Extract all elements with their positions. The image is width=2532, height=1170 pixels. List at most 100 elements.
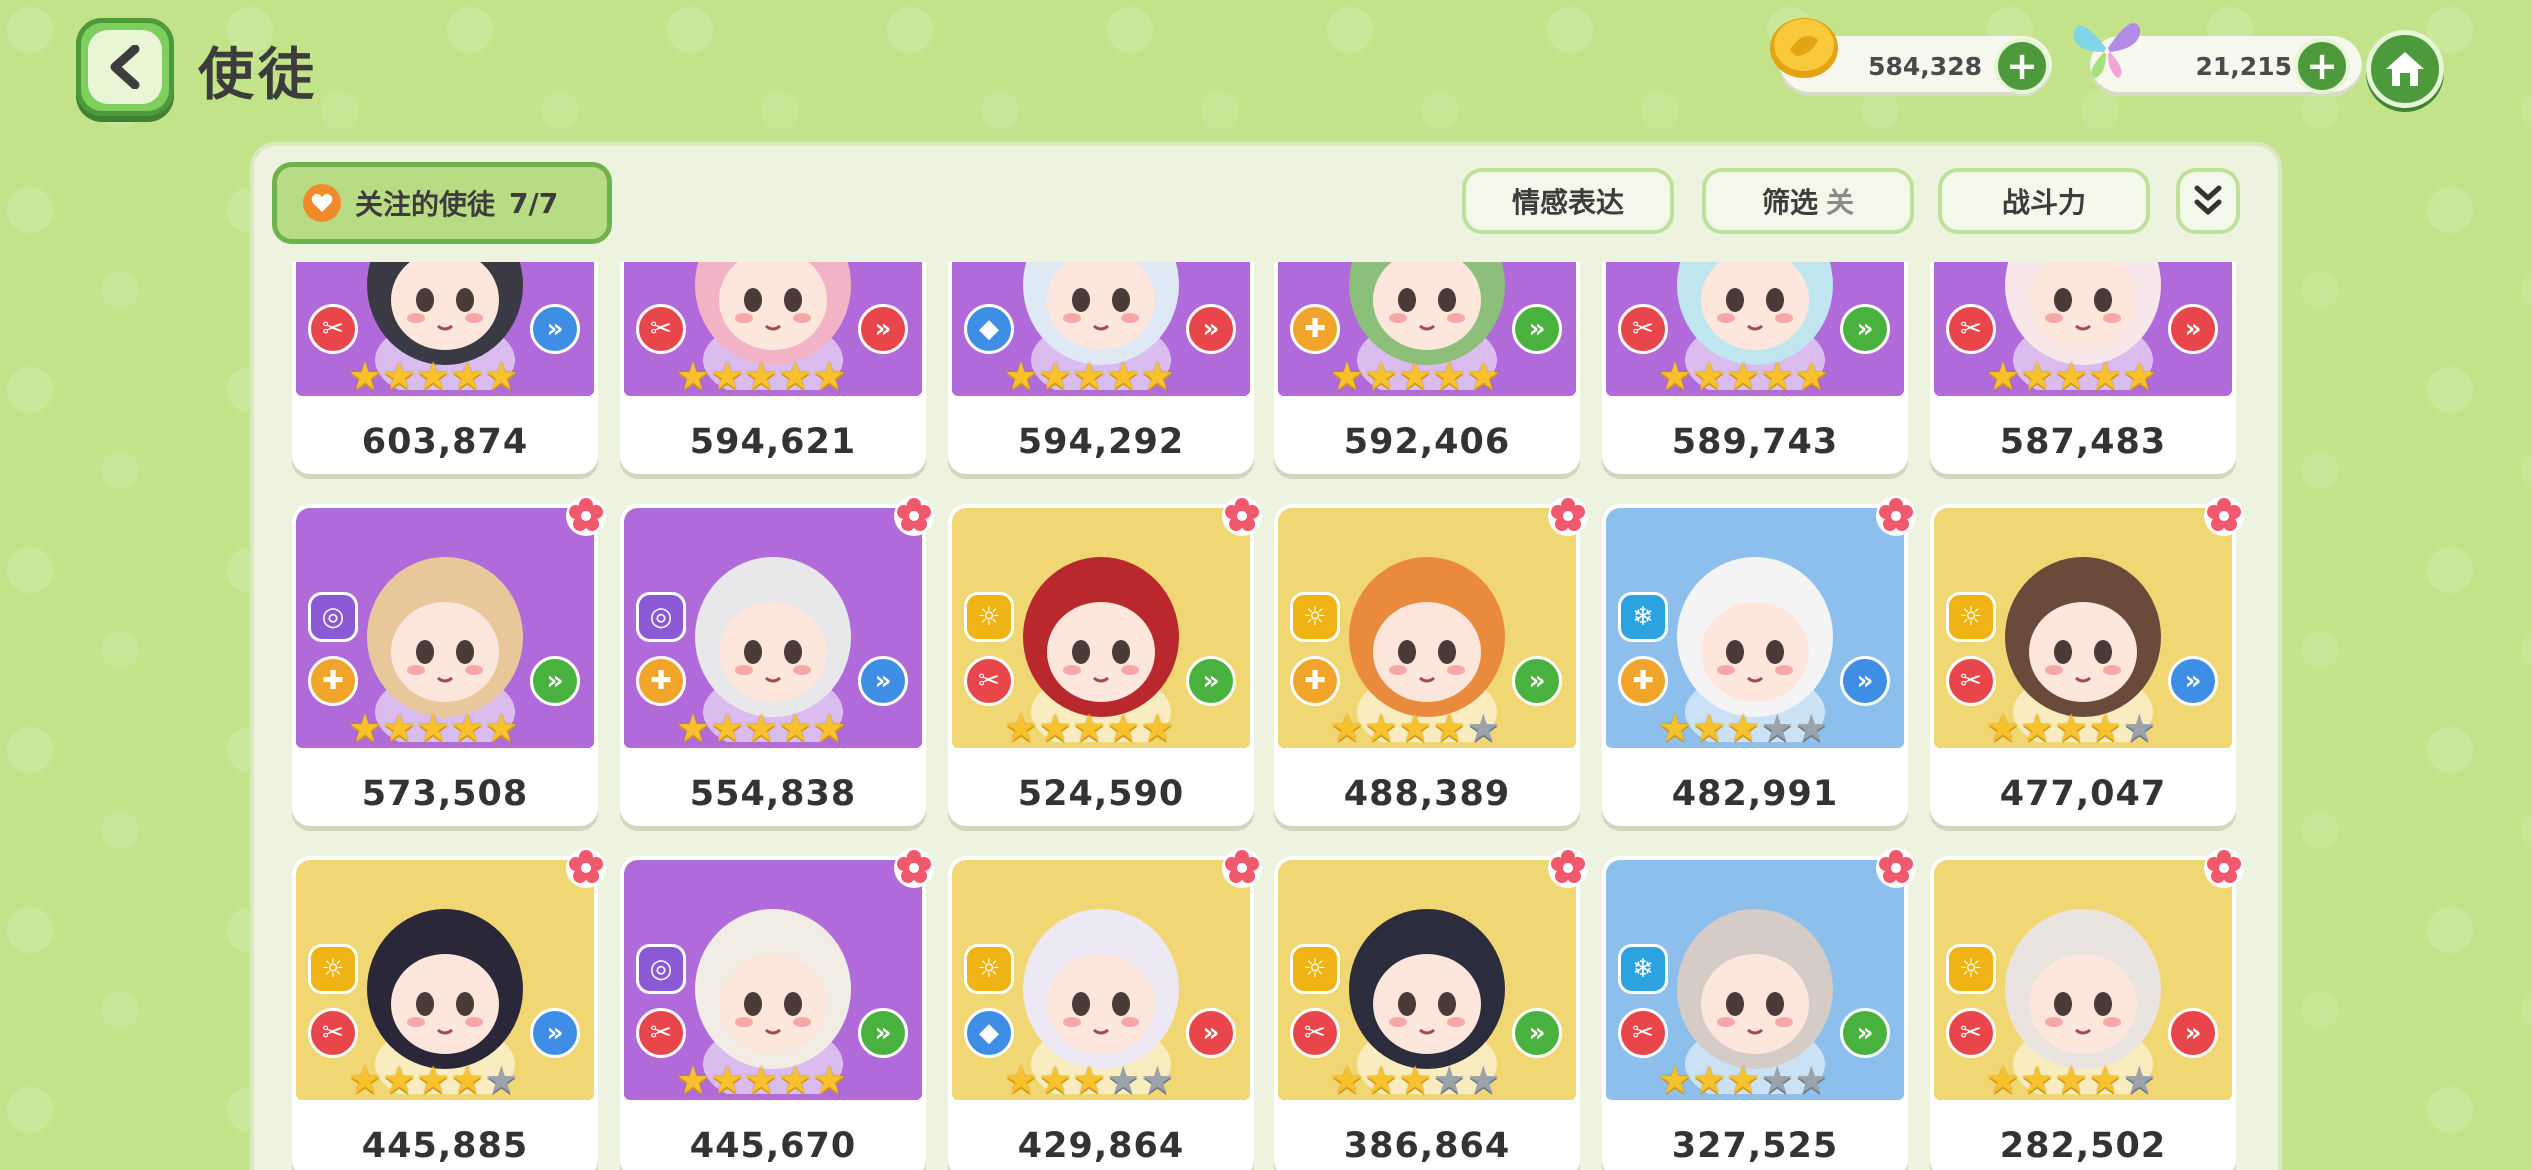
star-icon: ★ [812, 1058, 847, 1100]
apostle-portrait: ✂» ★ ★ ★ ★ ★ [1606, 262, 1904, 396]
apostle-card[interactable]: ☼ ✂» ★ ★ ★ ★ ★ 386,864 [1274, 848, 1588, 1170]
star-icon: ★ [1364, 706, 1399, 748]
flower-icon [1546, 846, 1590, 890]
apostle-portrait: ◎ ✂» ★ ★ ★ ★ ★ [624, 860, 922, 1100]
combat-power: 592,406 [1343, 422, 1511, 462]
scissors-role-icon: ✂ [1946, 656, 1996, 706]
apostle-card[interactable]: ◆» ★ ★ ★ ★ ★ 594,292 [948, 262, 1254, 474]
chevron-right-icon: » [1512, 656, 1562, 706]
star-icon: ★ [382, 1058, 417, 1100]
chevron-right-icon: » [1840, 656, 1890, 706]
apostle-card[interactable]: ✂» ★ ★ ★ ★ ★ 589,743 [1602, 262, 1908, 474]
apostle-portrait: ☼ ✂» ★ ★ ★ ★ ★ [296, 860, 594, 1100]
star-icon: ★ [812, 354, 847, 396]
star-icon: ★ [1432, 354, 1467, 396]
chevron-right-icon: » [858, 304, 908, 354]
add-gold-button[interactable]: + [1994, 38, 2050, 94]
apostle-card[interactable]: ☼ ✂» ★ ★ ★ ★ ★ 445,885 [292, 848, 606, 1170]
sort-button[interactable]: 战斗力 [1938, 168, 2150, 234]
star-icon: ★ [484, 706, 519, 748]
cross-role-icon: ✚ [1290, 656, 1340, 706]
apostle-card[interactable]: ✂» ★ ★ ★ ★ ★ 594,621 [620, 262, 926, 474]
star-rating: ★ ★ ★ ★ ★ [1658, 1060, 1828, 1100]
apostle-card[interactable]: ❄ ✂» ★ ★ ★ ★ ★ 327,525 [1602, 848, 1916, 1170]
star-icon: ★ [1398, 1058, 1433, 1100]
apostle-card[interactable]: ✚» ★ ★ ★ ★ ★ 592,406 [1274, 262, 1580, 474]
apostle-card[interactable]: ❄ ✚» ★ ★ ★ ★ ★ 482,991 [1602, 496, 1916, 826]
star-icon: ★ [1692, 1058, 1727, 1100]
star-icon: ★ [450, 706, 485, 748]
apostle-portrait: ✚» ★ ★ ★ ★ ★ [1278, 262, 1576, 396]
star-icon: ★ [450, 354, 485, 396]
apostle-card[interactable]: ◎ ✚» ★ ★ ★ ★ ★ 573,508 [292, 496, 606, 826]
star-icon: ★ [1986, 706, 2021, 748]
combat-power: 445,670 [689, 1126, 857, 1166]
cross-role-icon: ✚ [308, 656, 358, 706]
chevron-right-icon: » [1186, 656, 1236, 706]
star-icon: ★ [1004, 1058, 1039, 1100]
star-icon: ★ [1658, 354, 1693, 396]
plus-label: + [2306, 44, 2338, 88]
followed-apostles-tab[interactable]: 关注的使徒 7/7 [272, 162, 612, 244]
sort-order-button[interactable] [2176, 168, 2240, 234]
apostle-card[interactable]: ☼ ◆» ★ ★ ★ ★ ★ 429,864 [948, 848, 1262, 1170]
cross-role-icon: ✚ [1290, 304, 1340, 354]
apostle-card[interactable]: ☼ ✂» ★ ★ ★ ★ ★ 282,502 [1930, 848, 2244, 1170]
apostle-card[interactable]: ◎ ✂» ★ ★ ★ ★ ★ 445,670 [620, 848, 934, 1170]
follow-count: 7/7 [509, 186, 559, 220]
apostle-grid[interactable]: ✂» ★ ★ ★ ★ ★ 603,874 ✂» ★ ★ ★ ★ ★ 594,621 ◆» ★ ★ ★ ★ ★ 594… [280, 262, 2270, 1170]
apostle-card[interactable]: ◎ ✚» ★ ★ ★ ★ ★ 554,838 [620, 496, 934, 826]
apostle-portrait: ☼ ✚» ★ ★ ★ ★ ★ [1278, 508, 1576, 748]
combat-power: 589,743 [1671, 422, 1839, 462]
scissors-role-icon: ✂ [308, 304, 358, 354]
chevron-right-icon: » [1840, 1008, 1890, 1058]
combat-power: 573,508 [361, 774, 529, 814]
star-icon: ★ [2054, 706, 2089, 748]
chevron-right-icon: » [530, 1008, 580, 1058]
chevron-right-icon: » [1512, 304, 1562, 354]
combat-power: 429,864 [1017, 1126, 1185, 1166]
star-icon: ★ [1794, 354, 1829, 396]
flower-icon [1874, 846, 1918, 890]
butterfly-icon [2070, 12, 2144, 82]
home-icon [2386, 52, 2424, 86]
star-icon: ★ [1432, 706, 1467, 748]
star-icon: ★ [1794, 1058, 1829, 1100]
star-icon: ★ [1330, 706, 1365, 748]
star-icon: ★ [1760, 354, 1795, 396]
star-icon: ★ [2088, 354, 2123, 396]
star-icon: ★ [1140, 354, 1175, 396]
apostle-card[interactable]: ☼ ✂» ★ ★ ★ ★ ★ 477,047 [1930, 496, 2244, 826]
apostle-card[interactable]: ✂» ★ ★ ★ ★ ★ 603,874 [292, 262, 598, 474]
chevron-right-icon: » [1186, 1008, 1236, 1058]
star-icon: ★ [2020, 1058, 2055, 1100]
star-icon: ★ [2122, 354, 2157, 396]
star-icon: ★ [778, 1058, 813, 1100]
star-rating: ★ ★ ★ ★ ★ [1658, 708, 1828, 748]
filter-button[interactable]: 筛选 关 [1702, 168, 1914, 234]
star-icon: ★ [1692, 706, 1727, 748]
flower-icon [1546, 494, 1590, 538]
apostle-portrait: ☼ ✂» ★ ★ ★ ★ ★ [952, 508, 1250, 748]
star-rating: ★ ★ ★ ★ ★ [1658, 356, 1828, 396]
flower-icon [1220, 846, 1264, 890]
star-icon: ★ [1398, 706, 1433, 748]
combat-power: 594,292 [1017, 422, 1185, 462]
flower-icon [2202, 494, 2246, 538]
add-gem-button[interactable]: + [2294, 38, 2350, 94]
apostle-card[interactable]: ☼ ✚» ★ ★ ★ ★ ★ 488,389 [1274, 496, 1588, 826]
star-icon: ★ [1760, 1058, 1795, 1100]
home-button[interactable] [2366, 30, 2444, 108]
sun-element-icon: ☼ [1290, 592, 1340, 642]
star-icon: ★ [1038, 1058, 1073, 1100]
apostle-card[interactable]: ✂» ★ ★ ★ ★ ★ 587,483 [1930, 262, 2236, 474]
combat-power: 477,047 [1999, 774, 2167, 814]
back-button[interactable] [76, 18, 174, 116]
star-icon: ★ [1072, 1058, 1107, 1100]
apostle-card[interactable]: ☼ ✂» ★ ★ ★ ★ ★ 524,590 [948, 496, 1262, 826]
star-icon: ★ [710, 354, 745, 396]
chevron-right-icon: » [858, 1008, 908, 1058]
emotion-button[interactable]: 情感表达 [1462, 168, 1674, 234]
combat-power: 482,991 [1671, 774, 1839, 814]
chevron-right-icon: » [858, 656, 908, 706]
